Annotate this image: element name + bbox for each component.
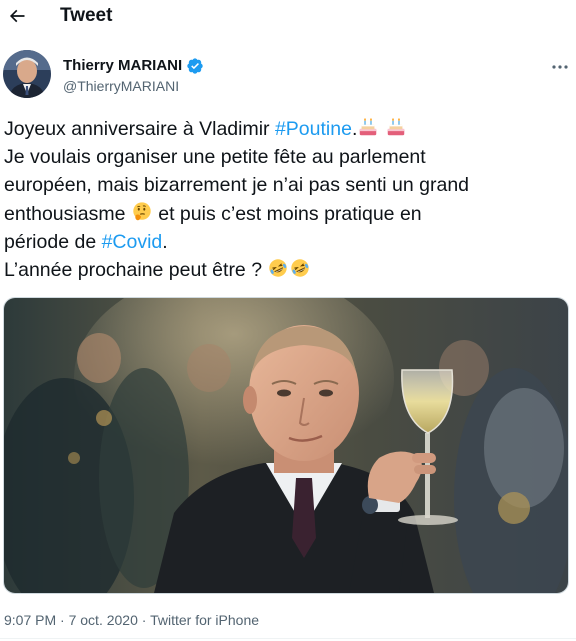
tweet-author: Thierry MARIANI @ThierryMARIANI — [0, 44, 576, 110]
tweet-line: Joyeux anniversaire à Vladimir #Poutine. — [4, 115, 564, 143]
tweet-text: Joyeux anniversaire à Vladimir #Poutine.… — [4, 115, 564, 284]
avatar[interactable] — [3, 50, 51, 98]
back-button[interactable] — [4, 3, 30, 29]
verified-badge-icon — [187, 58, 203, 74]
birthday-cake-icon — [360, 118, 377, 136]
tweet-line: L’année prochaine peut être ? — [4, 256, 564, 284]
hashtag-link[interactable]: #Poutine — [275, 118, 352, 140]
more-horizontal-icon — [552, 65, 568, 69]
rolling-laughing-icon — [291, 259, 310, 277]
meta-separator: · — [60, 612, 65, 628]
page-title: Tweet — [60, 5, 113, 26]
author-display-name: Thierry MARIANI — [63, 57, 183, 74]
more-options-button[interactable] — [548, 57, 572, 77]
tweet-line: période de #Covid. — [4, 230, 168, 253]
tweet-photo[interactable] — [3, 297, 569, 594]
tweet-line: enthousiasme et puis c’est moins pratiqu… — [4, 201, 422, 225]
tweet-source-link[interactable]: Twitter for iPhone — [150, 612, 259, 628]
thinking-face-icon — [133, 201, 151, 220]
top-bar: Tweet — [0, 0, 576, 32]
author-handle[interactable]: @ThierryMARIANI — [63, 77, 179, 95]
tweet-time[interactable]: 9:07 PM — [4, 612, 56, 628]
tweet-meta: 9:07 PM · 7 oct. 2020 · Twitter for iPho… — [4, 611, 259, 629]
birthday-cake-icon — [387, 118, 405, 136]
meta-separator: · — [141, 612, 147, 628]
arrow-left-icon — [9, 9, 25, 23]
hashtag-link[interactable]: #Covid — [102, 231, 163, 253]
tweet-date[interactable]: 7 oct. 2020 — [69, 612, 138, 628]
tweet-line: européen, mais bizarrement je n’ai pas s… — [4, 174, 470, 197]
author-name-row[interactable]: Thierry MARIANI — [63, 57, 204, 75]
divider — [0, 638, 576, 639]
tweet-line: Je voulais organiser une petite fête au … — [4, 146, 426, 169]
rolling-laughing-icon — [269, 259, 288, 277]
